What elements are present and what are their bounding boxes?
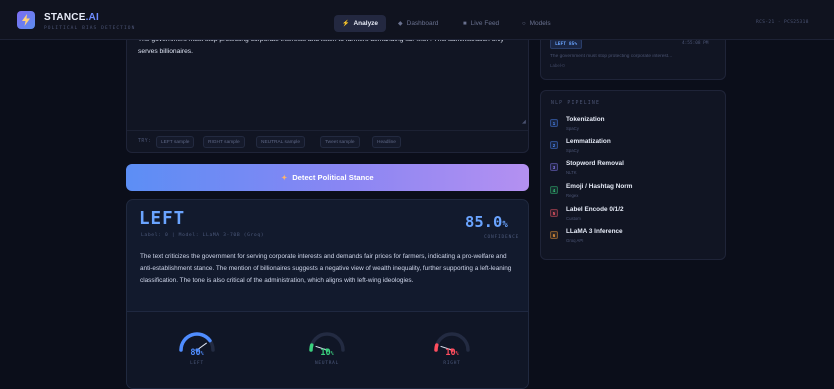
gauge-right-value: 10% bbox=[432, 348, 472, 358]
bolt-icon bbox=[22, 14, 30, 26]
app-title: STANCE.AI bbox=[44, 12, 99, 23]
square-icon: ■ bbox=[463, 21, 467, 27]
step-number-badge: 4 bbox=[550, 186, 558, 194]
step-library: Regex bbox=[566, 193, 579, 198]
step-name: Tokenization bbox=[566, 116, 605, 123]
gauge-neutral-number: 10 bbox=[320, 348, 331, 358]
top-bar: STANCE.AI POLITICAL BIAS DETECTION ⚡ Anal… bbox=[0, 0, 834, 40]
step-number-badge: 2 bbox=[550, 141, 558, 149]
bolt-icon: ⚡ bbox=[342, 21, 350, 27]
pipeline-step-lemmatization: 2 Lemmatization SpaCy bbox=[550, 138, 720, 158]
confidence-value: 85.0% bbox=[465, 213, 508, 231]
step-name: Stopword Removal bbox=[566, 160, 624, 167]
sample-tweet-button[interactable]: Tweet sample bbox=[320, 136, 360, 148]
pipeline-step-stopword: 3 Stopword Removal NLTK bbox=[550, 160, 720, 180]
confidence-unit: % bbox=[502, 220, 508, 230]
live-stance-badge: LEFT 85% bbox=[550, 39, 583, 49]
tab-models[interactable]: ○ Models bbox=[514, 15, 559, 32]
tab-label: Live Feed bbox=[470, 20, 500, 27]
app-title-main: STANCE bbox=[44, 12, 86, 23]
pipeline-step-label-encode: 5 Label Encode 0/1/2 Custom bbox=[550, 206, 720, 226]
gauge-left-value: 80% bbox=[177, 348, 217, 358]
gauge-right-number: 10 bbox=[445, 348, 456, 358]
step-library: Custom bbox=[566, 216, 581, 221]
try-label: TRY: bbox=[138, 139, 152, 144]
resize-handle-icon[interactable]: ◢ bbox=[522, 119, 526, 125]
step-number-badge: 3 bbox=[550, 163, 558, 171]
tab-dashboard[interactable]: ◆ Dashboard bbox=[390, 15, 446, 32]
gauge-right-label: RIGHT bbox=[443, 361, 461, 366]
input-card: The government must stop protecting corp… bbox=[126, 32, 529, 153]
gauge-left-unit: % bbox=[200, 351, 204, 357]
step-library: SpaCy bbox=[566, 148, 579, 153]
nlp-pipeline-card: NLP PIPELINE 1 Tokenization SpaCy 2 Lemm… bbox=[540, 90, 726, 260]
detect-stance-label: Detect Political Stance bbox=[292, 173, 374, 182]
sample-left-button[interactable]: LEFT sample bbox=[156, 136, 195, 148]
confidence-label: CONFIDENCE bbox=[484, 235, 520, 240]
gauge-left-label: LEFT bbox=[190, 361, 204, 366]
tab-live-feed[interactable]: ■ Live Feed bbox=[455, 15, 507, 32]
stance-label: LEFT bbox=[139, 209, 186, 229]
probability-gauges: 80% LEFT 10% NEUTRAL 10% RIGHT bbox=[127, 311, 528, 388]
gauge-right-unit: % bbox=[455, 351, 459, 357]
gauge-neutral-value: 10% bbox=[307, 348, 347, 358]
step-name: LLaMA 3 Inference bbox=[566, 228, 623, 235]
result-card: LEFT Label: 0 | Model: LLaMA 3-70B (Groq… bbox=[126, 199, 529, 389]
version-label: RCS-21 · PCS25318 bbox=[756, 20, 809, 25]
pipeline-step-tokenization: 1 Tokenization SpaCy bbox=[550, 116, 720, 136]
sample-right-button[interactable]: RIGHT sample bbox=[203, 136, 245, 148]
sample-row: TRY: LEFT sample RIGHT sample NEUTRAL sa… bbox=[127, 130, 528, 152]
tab-label: Analyze bbox=[353, 20, 379, 27]
step-number-badge: 6 bbox=[550, 231, 558, 239]
step-name: Label Encode 0/1/2 bbox=[566, 206, 624, 213]
model-meta: Label: 0 | Model: LLaMA 3-70B (Groq) bbox=[141, 233, 265, 238]
live-snippet: The government must stop protecting corp… bbox=[550, 54, 673, 59]
sample-headline-button[interactable]: Headline bbox=[372, 136, 401, 148]
pipeline-title: NLP PIPELINE bbox=[551, 101, 601, 106]
live-timestamp: 4:55:08 PM bbox=[682, 41, 709, 46]
app-title-accent: .AI bbox=[85, 12, 99, 23]
step-number-badge: 1 bbox=[550, 119, 558, 127]
gauge-neutral-unit: % bbox=[330, 351, 334, 357]
explanation-text: The text criticizes the government for s… bbox=[140, 253, 512, 284]
step-library: SpaCy bbox=[566, 126, 579, 131]
diamond-icon: ◆ bbox=[398, 21, 403, 27]
step-name: Emoji / Hashtag Norm bbox=[566, 183, 633, 190]
confidence-number: 85.0 bbox=[465, 213, 503, 231]
step-library: Groq API bbox=[566, 238, 584, 243]
sparkle-icon: ✦ bbox=[281, 175, 288, 182]
step-number-badge: 5 bbox=[550, 209, 558, 217]
sample-neutral-button[interactable]: NEUTRAL sample bbox=[256, 136, 306, 148]
circle-icon: ○ bbox=[522, 21, 526, 27]
pipeline-step-emoji-norm: 4 Emoji / Hashtag Norm Regex bbox=[550, 183, 720, 203]
app-subtitle: POLITICAL BIAS DETECTION bbox=[44, 26, 136, 31]
gauge-left-number: 80 bbox=[190, 348, 201, 358]
live-label-tag: Label-0 bbox=[550, 63, 565, 68]
step-library: NLTK bbox=[566, 170, 577, 175]
tab-label: Models bbox=[529, 20, 551, 27]
tab-label: Dashboard bbox=[406, 20, 439, 27]
step-name: Lemmatization bbox=[566, 138, 611, 145]
logo[interactable] bbox=[17, 11, 35, 29]
tab-analyze[interactable]: ⚡ Analyze bbox=[334, 15, 387, 32]
gauge-neutral-label: NEUTRAL bbox=[314, 361, 340, 366]
pipeline-step-llama-inference: 6 LLaMA 3 Inference Groq API bbox=[550, 228, 720, 248]
detect-stance-button[interactable]: ✦ Detect Political Stance bbox=[126, 164, 529, 191]
